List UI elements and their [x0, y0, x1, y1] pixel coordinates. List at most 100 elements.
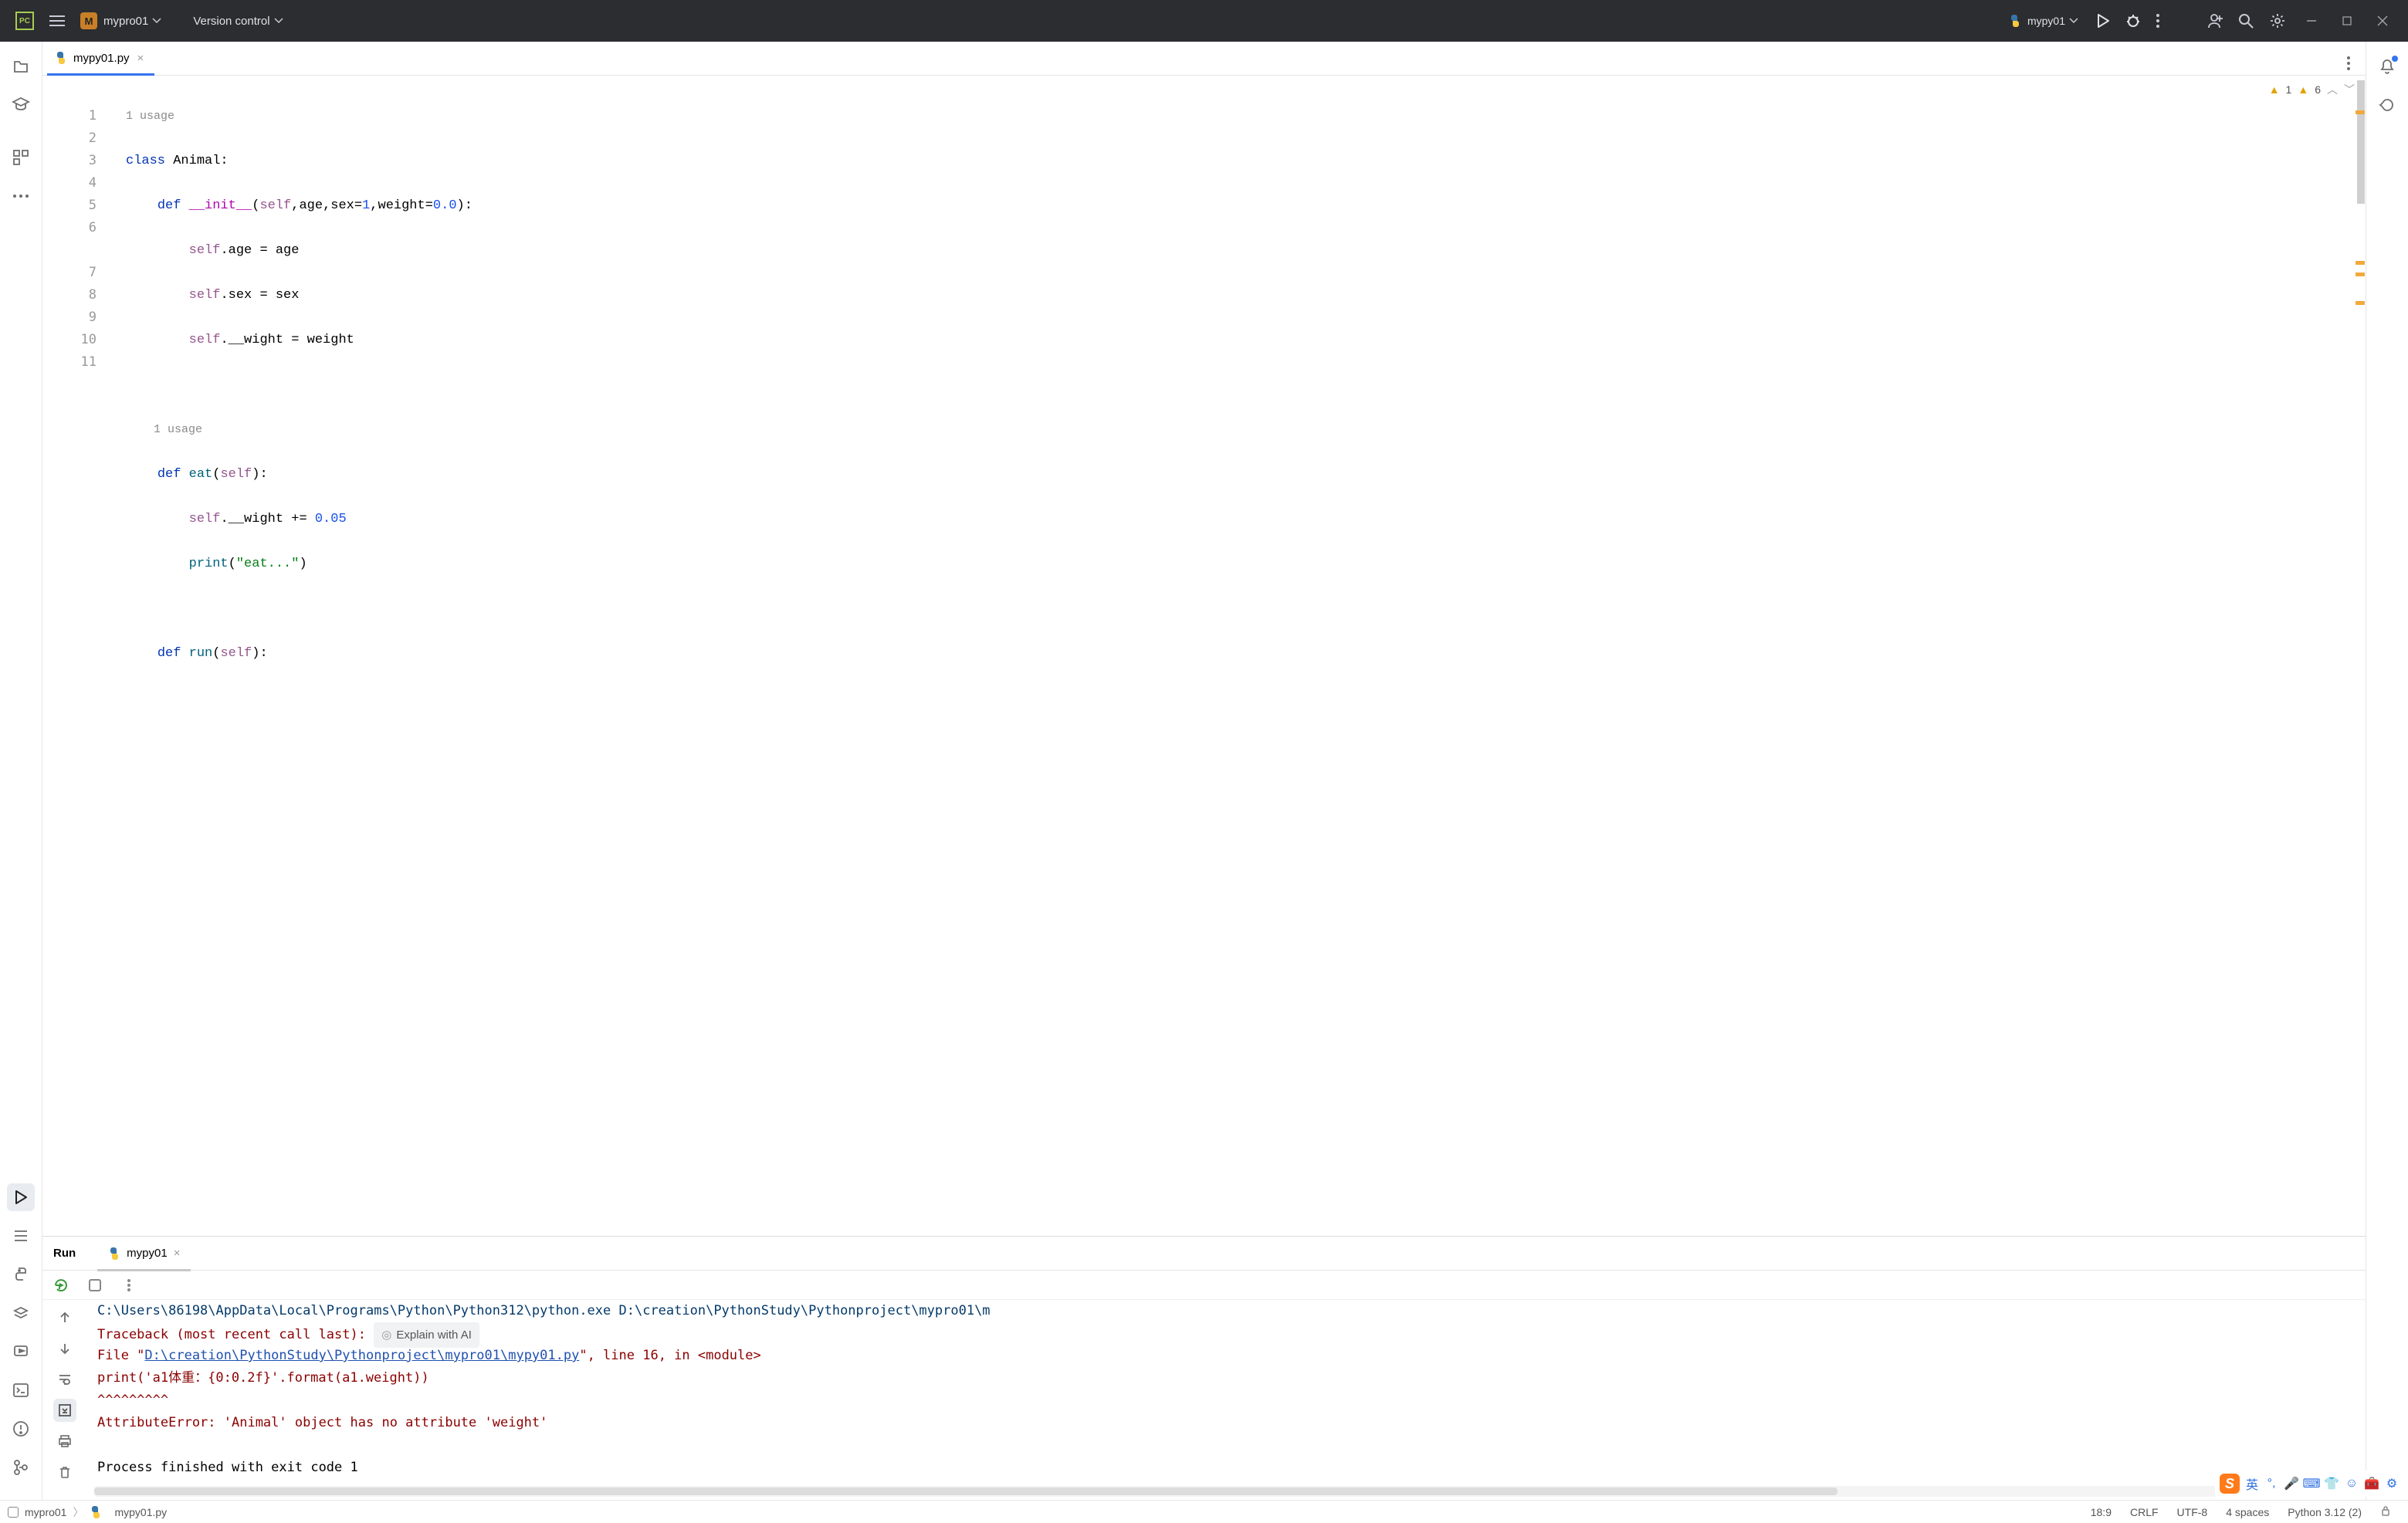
run-tool-button[interactable]: [7, 1183, 35, 1211]
line-number: 9: [42, 306, 126, 329]
inspection-widget[interactable]: ▲1 ▲6 ︿ ﹀: [2269, 82, 2355, 97]
version-control-label: Version control: [193, 15, 269, 28]
window-maximize-button[interactable]: [2329, 16, 2365, 25]
structure-tool-button[interactable]: [7, 144, 35, 171]
code-area[interactable]: 1 usage class Animal: def __init__(self,…: [126, 76, 2355, 1236]
run-more-button[interactable]: [118, 1274, 140, 1296]
console-line: [97, 1434, 2355, 1457]
code-with-me-button[interactable]: [2198, 0, 2230, 42]
ime-settings-icon[interactable]: ⚙: [2385, 1477, 2399, 1491]
search-everywhere-button[interactable]: [2230, 0, 2261, 42]
ime-emoji-icon[interactable]: ☺: [2345, 1477, 2359, 1491]
services-tool-button[interactable]: [7, 1299, 35, 1327]
more-tools-button[interactable]: [7, 182, 35, 210]
line-separator[interactable]: CRLF: [2121, 1506, 2168, 1518]
project-name: mypro01: [103, 15, 148, 28]
ai-icon: ◎: [381, 1324, 391, 1346]
ime-mic-icon[interactable]: 🎤: [2284, 1477, 2298, 1491]
debug-button[interactable]: [2118, 0, 2149, 42]
window-close-button[interactable]: [2365, 16, 2400, 25]
ime-keyboard-icon[interactable]: ⌨: [2305, 1477, 2318, 1491]
ime-toolbox-icon[interactable]: 🧰: [2365, 1477, 2379, 1491]
prev-highlight-button[interactable]: ︿: [2327, 82, 2338, 97]
problems-tool-button[interactable]: [7, 1415, 35, 1443]
close-run-tab[interactable]: ×: [174, 1247, 181, 1260]
caret-position[interactable]: 18:9: [2081, 1506, 2121, 1518]
console-line: print('a1体重：{0:0.2f}'.format(a1.weight)): [97, 1367, 2355, 1389]
status-bar: mypro01 〉 mypy01.py 18:9 CRLF UTF-8 4 sp…: [0, 1500, 2408, 1523]
console-line: Process finished with exit code 1: [97, 1457, 2355, 1479]
window-minimize-button[interactable]: [2294, 16, 2329, 25]
title-bar: PC M mypro01 Version control mypy01: [0, 0, 2408, 42]
run-toolbar: [42, 1271, 2366, 1300]
stop-button[interactable]: [84, 1274, 106, 1296]
breadcrumbs[interactable]: mypro01 〉 mypy01.py: [8, 1504, 167, 1520]
run-button[interactable]: [2088, 0, 2118, 42]
project-badge: M: [80, 12, 97, 29]
line-number: 6: [42, 217, 126, 239]
project-selector[interactable]: M mypro01: [73, 0, 168, 42]
down-stack-button[interactable]: [53, 1337, 76, 1360]
file-encoding[interactable]: UTF-8: [2168, 1506, 2217, 1518]
main-menu-button[interactable]: [42, 0, 73, 42]
close-tab-button[interactable]: ×: [137, 52, 144, 65]
file-link[interactable]: D:\creation\PythonStudy\Pythonproject\my…: [144, 1348, 579, 1363]
run-side-toolbar: [42, 1300, 86, 1500]
line-number: 4: [42, 172, 126, 195]
line-number: 7: [42, 262, 126, 284]
ime-toolbar[interactable]: S 英 °, 🎤 ⌨ 👕 ☺ 🧰 ⚙: [2215, 1471, 2403, 1497]
line-number: 8: [42, 284, 126, 306]
print-button[interactable]: [53, 1430, 76, 1453]
lock-icon[interactable]: [2371, 1505, 2400, 1518]
left-tool-strip: [0, 42, 42, 1500]
editor-tabs-more[interactable]: [2336, 56, 2361, 75]
soft-wrap-button[interactable]: [53, 1368, 76, 1391]
crumb-project[interactable]: mypro01: [25, 1506, 66, 1518]
editor[interactable]: 1 2 3 4 5 6 7 8 9 10 11 1 usage class An…: [42, 76, 2366, 1236]
editor-tab-mypy01[interactable]: mypy01.py ×: [47, 41, 154, 75]
warning-triangle-icon: ▲: [2298, 83, 2308, 96]
python-icon: [108, 1247, 120, 1260]
notifications-button[interactable]: [2373, 52, 2401, 80]
sogou-icon[interactable]: S: [2220, 1474, 2240, 1494]
version-control-menu[interactable]: Version control: [168, 0, 290, 42]
editor-tabs: mypy01.py ×: [42, 42, 2366, 76]
scroll-to-end-button[interactable]: [53, 1399, 76, 1422]
crumb-file[interactable]: mypy01.py: [114, 1506, 167, 1518]
ai-assistant-button[interactable]: [2373, 91, 2401, 119]
warn-count-1: 1: [2286, 83, 2292, 96]
more-run-actions[interactable]: [2149, 0, 2167, 42]
todo-tool-button[interactable]: [7, 1222, 35, 1250]
next-highlight-button[interactable]: ﹀: [2344, 82, 2355, 97]
chevron-right-icon: 〉: [73, 1504, 83, 1520]
terminal-tool-button[interactable]: [7, 1376, 35, 1404]
right-tool-strip: [2366, 42, 2408, 1500]
marker-strip[interactable]: [2355, 76, 2366, 1236]
line-number: 10: [42, 329, 126, 351]
python-console-tool-button[interactable]: [7, 1261, 35, 1288]
rerun-button[interactable]: [50, 1274, 72, 1296]
line-number: 5: [42, 195, 126, 217]
console-h-scrollbar[interactable]: [94, 1486, 2358, 1497]
indent-settings[interactable]: 4 spaces: [2217, 1506, 2278, 1518]
ime-lang[interactable]: 英: [2246, 1474, 2258, 1493]
run-window-title: Run: [53, 1247, 76, 1260]
interpreter[interactable]: Python 3.12 (2): [2278, 1506, 2371, 1518]
console-line: ^^^^^^^^^: [97, 1389, 2355, 1412]
learn-tool-button[interactable]: [7, 91, 35, 119]
line-number: 1: [42, 105, 126, 127]
ime-shirt-icon[interactable]: 👕: [2325, 1477, 2339, 1491]
up-stack-button[interactable]: [53, 1306, 76, 1329]
console-output[interactable]: C:\Users\86198\AppData\Local\Programs\Py…: [86, 1300, 2366, 1500]
debug-tool-button[interactable]: [7, 1338, 35, 1366]
run-config-selector[interactable]: mypy01: [2001, 0, 2085, 42]
git-tool-button[interactable]: [7, 1454, 35, 1481]
clear-all-button[interactable]: [53, 1460, 76, 1484]
usage-hint[interactable]: 1 usage: [126, 418, 2355, 441]
ime-punct-icon[interactable]: °,: [2264, 1477, 2278, 1491]
settings-button[interactable]: [2261, 0, 2294, 42]
chevron-down-icon: [275, 19, 283, 23]
usage-hint[interactable]: 1 usage: [126, 105, 2355, 127]
project-tool-button[interactable]: [7, 52, 35, 80]
run-tab-mypy01[interactable]: mypy01 ×: [97, 1237, 191, 1271]
